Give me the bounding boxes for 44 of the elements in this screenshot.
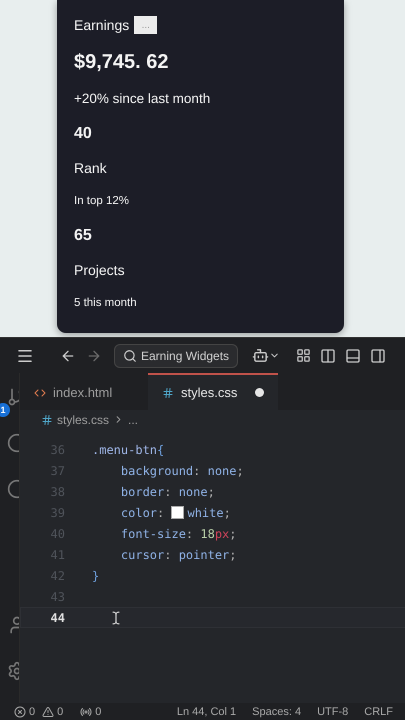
- html-file-icon: [34, 386, 46, 398]
- stat-label: Rank: [74, 160, 108, 178]
- css-file-icon: [41, 414, 53, 426]
- error-count[interactable]: 0: [29, 706, 36, 718]
- secondary-sidebar-icon[interactable]: [370, 348, 386, 364]
- sidebar-toggle-icon[interactable]: [320, 348, 336, 364]
- unsaved-dot-icon: [255, 388, 264, 397]
- line-number: 44: [50, 610, 65, 624]
- earnings-amount: $9,745. 62: [74, 50, 170, 74]
- warning-count[interactable]: 0: [57, 706, 64, 718]
- breadcrumb-more[interactable]: ...: [128, 412, 138, 426]
- back-arrow-icon[interactable]: [60, 348, 76, 364]
- stat-value: 40: [74, 124, 93, 144]
- search-icon: [123, 348, 137, 362]
- card-title: Earnings: [74, 16, 130, 34]
- code-line: font-size: 18px;: [120, 526, 237, 540]
- stat-note: In top 12%: [74, 195, 130, 209]
- notification-badge: 1: [0, 403, 10, 417]
- code-line: }: [92, 568, 100, 582]
- breadcrumb-file[interactable]: styles.css: [57, 412, 110, 426]
- search-field[interactable]: Earning Widgets: [114, 344, 238, 368]
- encoding[interactable]: UTF-8: [317, 706, 348, 718]
- code-line: .menu-btn{: [92, 442, 164, 456]
- line-ending[interactable]: CRLF: [364, 706, 393, 718]
- stat-value: 65: [74, 226, 93, 246]
- css-file-icon: [162, 386, 174, 398]
- stat-label: Projects: [74, 262, 126, 279]
- ports-count[interactable]: 0: [95, 706, 102, 718]
- panel-toggle-icon[interactable]: [345, 348, 362, 364]
- indent-setting[interactable]: Spaces: 4: [252, 706, 302, 718]
- color-swatch[interactable]: [171, 506, 184, 519]
- layout-icon[interactable]: [296, 348, 312, 363]
- cursor-position[interactable]: Ln 44, Col 1: [176, 706, 236, 718]
- code-line: border: none;: [120, 484, 215, 498]
- forward-arrow-icon[interactable]: [86, 348, 102, 364]
- ports-icon[interactable]: [80, 706, 92, 718]
- earnings-change: +20% since last month: [74, 91, 212, 108]
- warning-icon[interactable]: [42, 706, 54, 718]
- editor-tab[interactable]: styles.css: [148, 373, 278, 410]
- code-line: background: none;: [120, 464, 244, 478]
- code-line: cursor: pointer;: [120, 548, 237, 562]
- stat-note: 5 this month: [74, 296, 138, 311]
- error-icon[interactable]: [14, 706, 26, 718]
- code-line: color: white;: [120, 506, 231, 520]
